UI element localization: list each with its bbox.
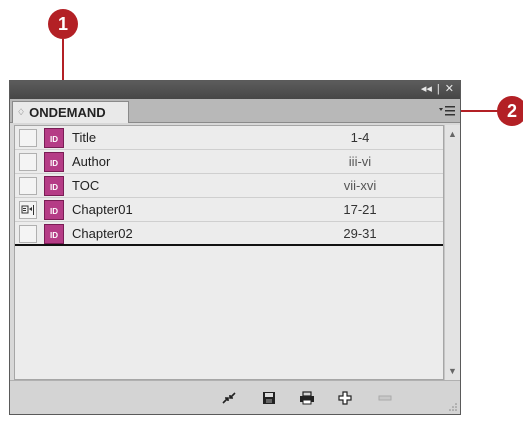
book-panel: ◂◂ | ✕ ♢ ONDEMAND ID Title 1-4 ID Author…: [9, 80, 461, 415]
document-pages: 17-21: [343, 202, 377, 217]
minus-icon: [378, 395, 392, 401]
list-item[interactable]: ID Chapter02 29-31: [15, 222, 443, 246]
document-name: Chapter01: [72, 202, 133, 217]
callout-2-leader: [460, 110, 498, 112]
indesign-doc-icon: ID: [44, 176, 64, 196]
scroll-down-icon[interactable]: ▼: [448, 366, 457, 376]
document-name: Chapter02: [72, 226, 133, 241]
add-document-button[interactable]: [336, 389, 354, 407]
panel-menu-icon: [439, 106, 455, 116]
indesign-doc-icon: ID: [44, 152, 64, 172]
save-icon: [263, 392, 275, 404]
panel-tab-row: ♢ ONDEMAND: [10, 99, 460, 123]
style-source-box[interactable]: [19, 201, 37, 219]
panel-bottom-bar: [10, 380, 460, 414]
remove-document-button[interactable]: [376, 389, 394, 407]
save-book-button[interactable]: [260, 389, 278, 407]
list-item[interactable]: ID Author iii-vi: [15, 150, 443, 174]
document-name: Author: [72, 154, 111, 169]
scroll-up-icon[interactable]: ▲: [448, 129, 457, 139]
close-icon[interactable]: ✕: [445, 83, 454, 96]
panel-menu-button[interactable]: [438, 103, 456, 119]
indesign-doc-icon: ID: [44, 200, 64, 220]
document-name: TOC: [72, 178, 100, 193]
list-item[interactable]: ID Chapter01 17-21: [15, 198, 443, 222]
collapse-icon[interactable]: ◂◂: [421, 83, 432, 96]
print-icon: [300, 391, 314, 405]
document-pages: iii-vi: [348, 154, 372, 169]
document-pages: 29-31: [343, 226, 377, 241]
callout-2: 2: [497, 96, 523, 126]
document-name: Title: [72, 130, 97, 145]
vertical-scrollbar[interactable]: ▲ ▼: [444, 125, 460, 380]
list-item[interactable]: ID TOC vii-xvi: [15, 174, 443, 198]
tab-ondemand[interactable]: ♢ ONDEMAND: [12, 101, 129, 123]
callout-1: 1: [48, 9, 78, 39]
titlebar-separator: |: [436, 83, 440, 95]
panel-titlebar[interactable]: ◂◂ | ✕: [10, 81, 460, 99]
indesign-doc-icon: ID: [44, 128, 64, 148]
document-list: ID Title 1-4 ID Author iii-vi ID TOC vii…: [14, 125, 444, 380]
status-box[interactable]: [19, 129, 37, 147]
print-book-button[interactable]: [298, 389, 316, 407]
document-pages: vii-xvi: [343, 178, 377, 193]
synchronize-icon: [222, 392, 236, 404]
indesign-doc-icon: ID: [44, 224, 64, 244]
status-box[interactable]: [19, 225, 37, 243]
resize-grip-icon[interactable]: [448, 402, 458, 412]
tab-expand-icon: ♢: [17, 107, 26, 117]
document-pages: 1-4: [350, 130, 370, 145]
tab-label: ONDEMAND: [29, 105, 106, 120]
plus-icon: [338, 391, 352, 405]
status-box[interactable]: [19, 177, 37, 195]
list-item[interactable]: ID Title 1-4: [15, 126, 443, 150]
style-source-icon: [21, 205, 34, 215]
status-box[interactable]: [19, 153, 37, 171]
synchronize-button[interactable]: [220, 389, 238, 407]
